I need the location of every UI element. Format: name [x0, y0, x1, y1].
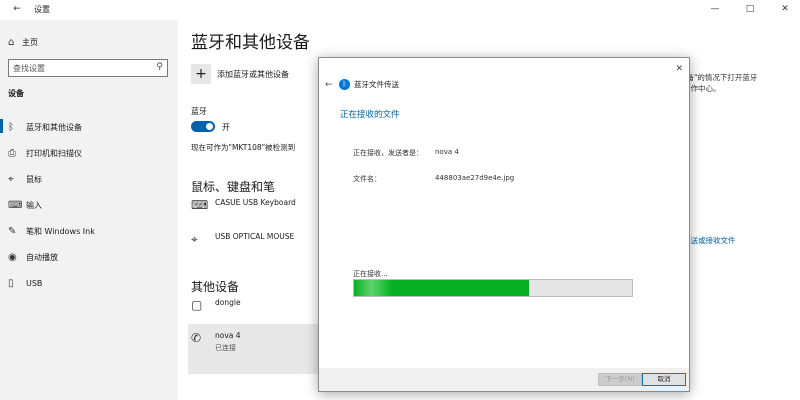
device-item-dongle[interactable]: ▢ dongle — [191, 298, 241, 312]
page-title: 蓝牙和其他设备 — [191, 33, 310, 53]
filename-value: 448803ae27d9e4e.jpg — [435, 174, 515, 182]
device-status: 已连接 — [215, 344, 236, 352]
title-bar: ← 设置 — □ ✕ — [0, 0, 800, 20]
mouse-section-title: 鼠标、键盘和笔 — [191, 180, 276, 194]
device-item-nova[interactable]: ✆ nova 4 已连接 — [191, 331, 241, 353]
other-section-title: 其他设备 — [191, 280, 240, 294]
home-icon: ⌂ — [8, 36, 15, 48]
sidebar-item[interactable]: ⎙ 打印机和扫描仪 — [0, 140, 178, 166]
device-icon: ▢ — [191, 298, 203, 312]
sidebar-item-label: 蓝牙和其他设备 — [26, 122, 82, 132]
discoverable-text: 现在可作为"MKT108"被检测到 — [191, 143, 296, 152]
progress-label: 正在接收... — [353, 270, 388, 278]
keyboard-icon: ⌨ — [8, 199, 23, 211]
sidebar-item-label: 笔和 Windows Ink — [26, 226, 95, 236]
bluetooth-icon: ᛒ — [8, 121, 14, 133]
progress-fill — [354, 280, 530, 296]
bluetooth-toggle[interactable] — [191, 121, 215, 132]
device-name: dongle — [215, 298, 241, 307]
maximize-button[interactable]: □ — [735, 2, 765, 16]
printer-icon: ⎙ — [8, 147, 16, 159]
sidebar-item[interactable]: ◉ 自动播放 — [0, 244, 178, 270]
phone-icon: ✆ — [191, 331, 202, 345]
sidebar-item-label: 自动播放 — [26, 252, 58, 262]
bluetooth-icon: ᛒ — [339, 79, 350, 90]
sidebar: ⌂ 主页 查找设置 ⚲ 设备 ᛒ 蓝牙和其他设备 ⎙ 打印机和扫描仪 ⌖ 鼠标 ⌨ 输入 ✎ 笔和… — [0, 20, 178, 400]
autoplay-icon: ◉ — [8, 251, 17, 263]
mouse-icon: ⌖ — [8, 173, 14, 185]
sidebar-nav: ᛒ 蓝牙和其他设备 ⎙ 打印机和扫描仪 ⌖ 鼠标 ⌨ 输入 ✎ 笔和 Windows Ink ◉ 自动… — [0, 114, 178, 296]
pen-icon: ✎ — [8, 225, 17, 237]
next-button[interactable]: 下一步(N) — [598, 373, 642, 386]
dialog-footer: 下一步(N) 取消 — [319, 368, 689, 391]
filename-label: 文件名： — [353, 175, 381, 183]
device-item-mouse[interactable]: ⌖ USB OPTICAL MOUSE — [191, 232, 294, 247]
sidebar-item-label: 打印机和扫描仪 — [26, 148, 82, 158]
sidebar-item[interactable]: ⌨ 输入 — [0, 192, 178, 218]
sidebar-item-label: 鼠标 — [26, 174, 42, 184]
mouse-icon: ⌖ — [191, 232, 198, 246]
sidebar-item-label: 输入 — [26, 200, 42, 210]
dialog-title: 蓝牙文件传送 — [354, 80, 399, 89]
close-icon[interactable]: ✕ — [675, 64, 683, 74]
bluetooth-label: 蓝牙 — [191, 107, 207, 116]
add-device-label: 添加蓝牙或其他设备 — [217, 69, 289, 79]
sender-label: 正在接收，发送者是： — [353, 149, 423, 157]
dialog-header: ✕ ← ᛒ 蓝牙文件传送 — [319, 58, 689, 108]
minimize-button[interactable]: — — [700, 2, 730, 16]
close-button[interactable]: ✕ — [770, 2, 800, 16]
dialog-heading: 正在接收的文件 — [340, 110, 400, 120]
device-name: CASUE USB Keyboard — [215, 198, 296, 207]
sidebar-item[interactable]: ⌖ 鼠标 — [0, 166, 178, 192]
category-label: 设备 — [8, 89, 24, 98]
sidebar-item-label: USB — [26, 278, 43, 288]
home-label: 主页 — [22, 37, 38, 47]
sidebar-item[interactable]: ✎ 笔和 Windows Ink — [0, 218, 178, 244]
home-nav-item[interactable]: ⌂ 主页 — [8, 34, 38, 50]
sidebar-item[interactable]: ᛒ 蓝牙和其他设备 — [0, 114, 178, 140]
back-arrow-icon[interactable]: ← — [325, 80, 333, 90]
search-input[interactable]: 查找设置 — [13, 63, 45, 74]
cancel-button[interactable]: 取消 — [642, 373, 686, 386]
bluetooth-transfer-dialog: ✕ ← ᛒ 蓝牙文件传送 正在接收的文件 正在接收，发送者是： nova 4 文… — [318, 57, 690, 392]
device-name: nova 4 — [215, 331, 241, 340]
toggle-state-label: 开 — [222, 123, 230, 132]
keyboard-icon: ⌨ — [191, 198, 209, 212]
sender-value: nova 4 — [435, 148, 459, 156]
window-title: 设置 — [34, 5, 50, 14]
progress-bar — [353, 279, 633, 297]
search-box[interactable]: 查找设置 ⚲ — [8, 59, 168, 77]
device-name: USB OPTICAL MOUSE — [215, 232, 295, 241]
device-item-keyboard[interactable]: ⌨ CASUE USB Keyboard — [191, 198, 296, 212]
add-device-button[interactable]: + 添加蓝牙或其他设备 — [191, 64, 289, 84]
back-arrow-icon[interactable]: ← — [2, 2, 32, 16]
search-icon[interactable]: ⚲ — [156, 62, 163, 72]
plus-icon: + — [191, 64, 211, 84]
usb-icon: ▯ — [8, 277, 14, 289]
sidebar-item[interactable]: ▯ USB — [0, 270, 178, 296]
